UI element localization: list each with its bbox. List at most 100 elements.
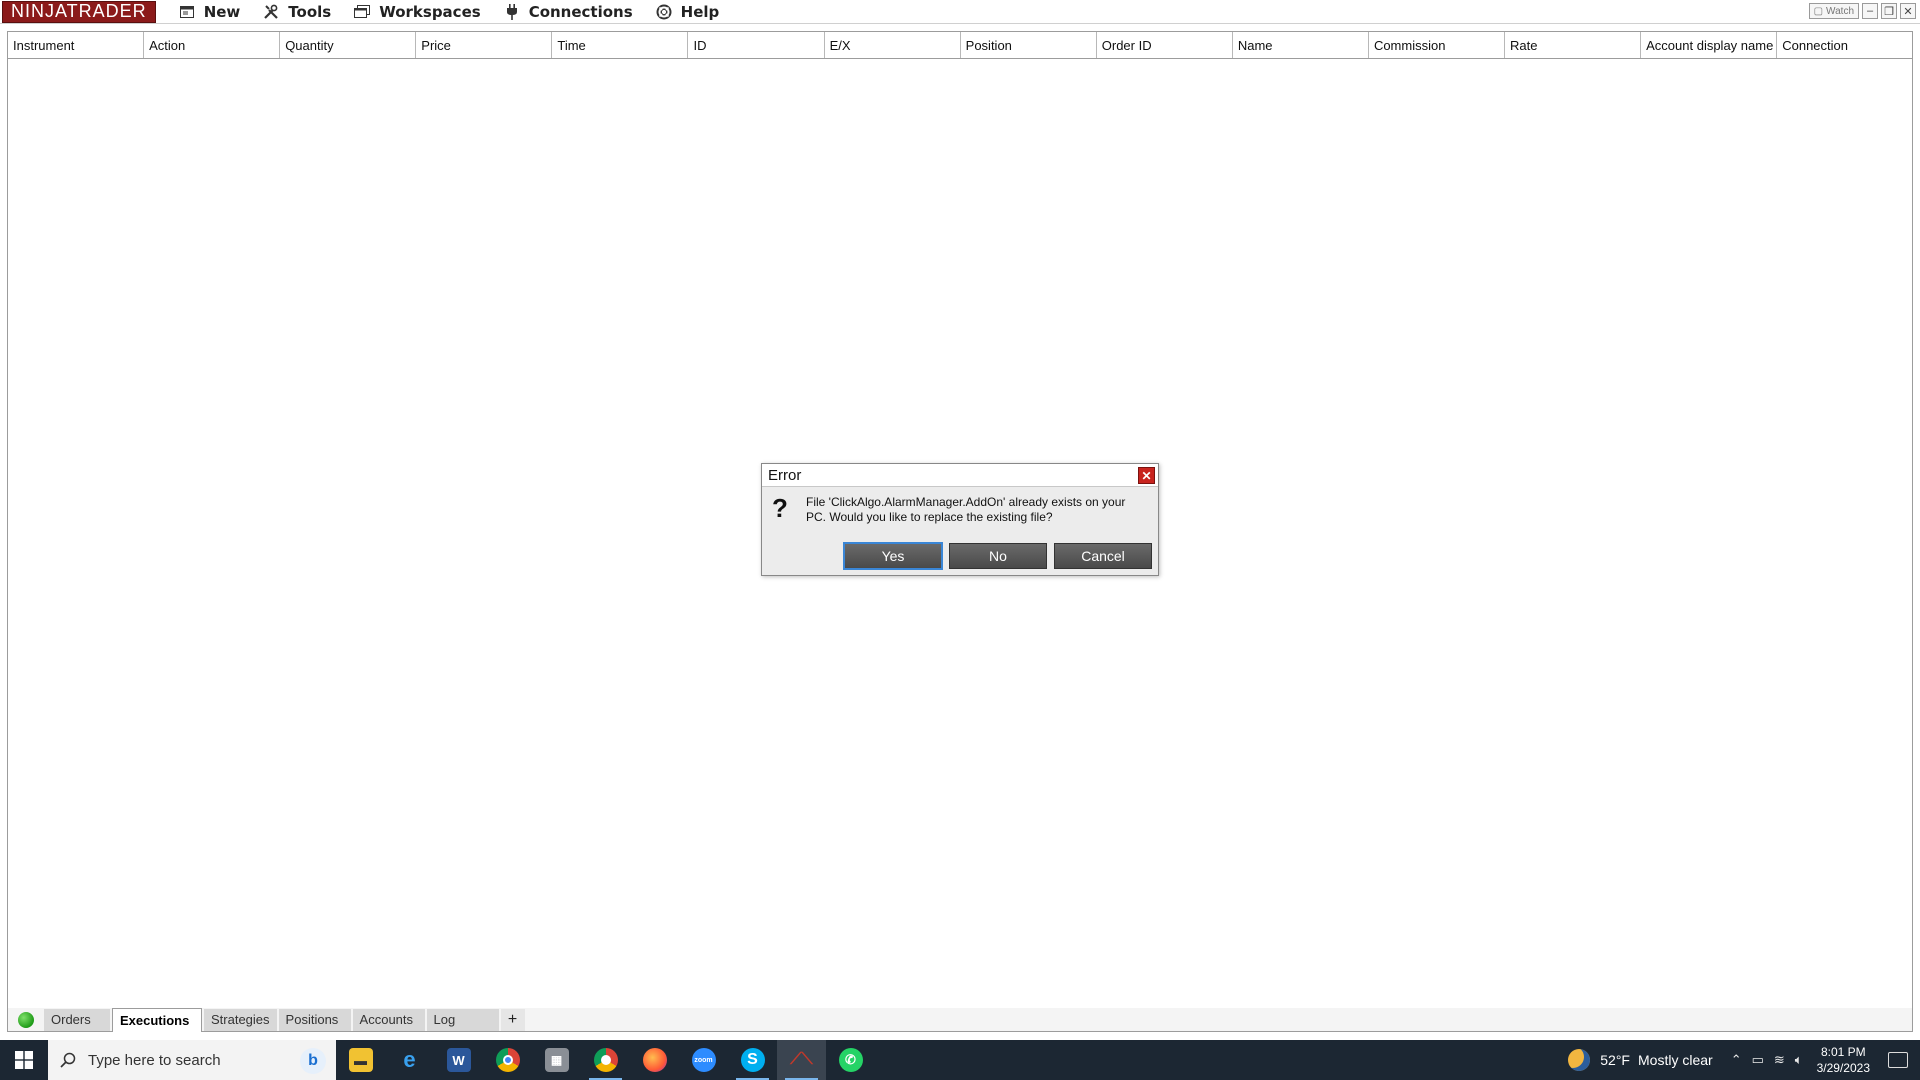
word-icon: W — [446, 1048, 471, 1072]
no-button[interactable]: No — [949, 543, 1047, 569]
chevron-up-icon[interactable]: ⌃ — [1731, 1052, 1742, 1068]
add-tab-button[interactable]: + — [500, 1008, 525, 1031]
close-window-button[interactable]: ✕ — [1900, 3, 1916, 19]
tab-accounts[interactable]: Accounts — [352, 1008, 425, 1031]
internet-explorer-icon: e — [403, 1047, 416, 1072]
column-header-instrument[interactable]: Instrument — [8, 32, 145, 58]
menu-connections-label: Connections — [528, 2, 633, 21]
logo-text: NINJATRADER — [11, 1, 147, 21]
windows-taskbar: Type here to search b ▬ e W ▦ zoom S ⟋⟍ … — [0, 1040, 1920, 1080]
error-dialog: Error ✕ ? File 'ClickAlgo.AlarmManager.A… — [761, 463, 1159, 576]
column-header-time[interactable]: Time — [552, 32, 689, 58]
tab-strategies[interactable]: Strategies — [204, 1008, 277, 1031]
minimize-button[interactable]: – — [1862, 3, 1878, 19]
system-tray: 52°F Mostly clear ⌃ ▭ ≋ 🔈︎ 8:01 PM 3/29/… — [1568, 1040, 1920, 1080]
volume-icon[interactable]: 🔈︎ — [1795, 1052, 1803, 1068]
file-explorer-icon: ▬ — [348, 1048, 373, 1072]
column-header-connection[interactable]: Connection — [1777, 32, 1912, 58]
window-controls: ▢ Watch – ❐ ✕ — [1808, 3, 1916, 19]
taskbar-file-explorer[interactable]: ▬ — [336, 1040, 385, 1080]
menu-tools-label: Tools — [288, 2, 332, 21]
column-header-position[interactable]: Position — [961, 32, 1097, 58]
tab-positions[interactable]: Positions — [278, 1008, 351, 1031]
windows-logo-icon — [15, 1051, 33, 1069]
menu-connections[interactable]: Connections — [503, 3, 633, 21]
taskbar-internet-explorer[interactable]: e — [385, 1040, 434, 1080]
dialog-body: ? File 'ClickAlgo.AlarmManager.AddOn' al… — [762, 487, 1158, 525]
weather-condition: Mostly clear — [1638, 1052, 1713, 1068]
cancel-button[interactable]: Cancel — [1054, 543, 1152, 569]
bottom-tab-bar: Orders Executions Strategies Positions A… — [7, 1007, 1913, 1032]
watch-button[interactable]: ▢ Watch — [1808, 3, 1859, 19]
menu-help[interactable]: Help — [655, 2, 720, 21]
notification-center-icon[interactable] — [1888, 1052, 1908, 1068]
tab-executions[interactable]: Executions — [112, 1007, 202, 1032]
dialog-title: Error — [768, 466, 802, 484]
firefox-icon — [642, 1048, 667, 1072]
connections-plug-icon — [503, 3, 521, 21]
start-button[interactable] — [0, 1040, 48, 1080]
column-header-price[interactable]: Price — [416, 32, 553, 58]
ninjatrader-logo[interactable]: NINJATRADER — [2, 0, 156, 23]
wifi-icon[interactable]: ≋ — [1774, 1052, 1785, 1068]
menu-new[interactable]: New — [178, 2, 241, 21]
taskbar-firefox[interactable] — [630, 1040, 679, 1080]
help-lifebuoy-icon — [655, 3, 673, 21]
whatsapp-icon: ✆ — [838, 1048, 863, 1072]
bing-icon[interactable]: b — [300, 1048, 326, 1074]
workspaces-icon — [353, 3, 371, 21]
column-header-action[interactable]: Action — [144, 32, 281, 58]
chrome-profile-icon — [593, 1048, 618, 1072]
tab-orders[interactable]: Orders — [44, 1008, 110, 1031]
weather-widget[interactable]: 52°F Mostly clear — [1568, 1049, 1713, 1071]
chrome-icon — [495, 1048, 520, 1072]
taskbar-skype[interactable]: S — [728, 1040, 777, 1080]
taskbar-chrome[interactable] — [483, 1040, 532, 1080]
restore-icon: ❐ — [1884, 5, 1894, 18]
meet-now-icon[interactable]: ▭ — [1752, 1052, 1764, 1068]
column-header-order-id[interactable]: Order ID — [1097, 32, 1233, 58]
dialog-message: File 'ClickAlgo.AlarmManager.AddOn' alre… — [806, 495, 1126, 524]
yes-button[interactable]: Yes — [843, 542, 943, 570]
watch-icon: ▢ — [1813, 5, 1824, 17]
taskbar-whatsapp[interactable]: ✆ — [826, 1040, 875, 1080]
minimize-icon: – — [1866, 5, 1874, 17]
grid-header: Instrument Action Quantity Price Time ID… — [8, 32, 1912, 59]
menu-new-label: New — [203, 2, 241, 21]
column-header-quantity[interactable]: Quantity — [280, 32, 417, 58]
menu-tools[interactable]: Tools — [262, 3, 331, 21]
column-header-account-display-name[interactable]: Account display name — [1641, 32, 1778, 58]
taskbar-calculator[interactable]: ▦ — [532, 1040, 581, 1080]
weather-moon-icon — [1568, 1049, 1591, 1071]
tab-log[interactable]: Log — [426, 1008, 499, 1031]
menu-help-label: Help — [680, 2, 720, 21]
skype-icon: S — [740, 1048, 765, 1072]
ninjatrader-app-icon: ⟋⟍ — [790, 1051, 813, 1068]
menu-workspaces[interactable]: Workspaces — [353, 2, 481, 21]
clock-date: 3/29/2023 — [1816, 1061, 1870, 1075]
dialog-close-button[interactable]: ✕ — [1138, 467, 1155, 484]
restore-button[interactable]: ❐ — [1881, 3, 1897, 19]
column-header-name[interactable]: Name — [1233, 32, 1369, 58]
clock-time: 8:01 PM — [1820, 1045, 1866, 1059]
question-icon: ? — [772, 493, 788, 523]
dialog-title-bar: Error ✕ — [762, 464, 1158, 487]
new-window-icon — [178, 3, 196, 21]
column-header-commission[interactable]: Commission — [1369, 32, 1506, 58]
column-header-ex[interactable]: E/X — [825, 32, 961, 58]
taskbar-word[interactable]: W — [434, 1040, 483, 1080]
taskbar-chrome-profile[interactable] — [581, 1040, 630, 1080]
menu-bar: NINJATRADER New Tools Workspaces Connect… — [0, 0, 1920, 24]
watch-label: Watch — [1826, 5, 1854, 17]
taskbar-zoom[interactable]: zoom — [679, 1040, 728, 1080]
taskbar-ninjatrader[interactable]: ⟋⟍ — [777, 1040, 826, 1080]
column-header-id[interactable]: ID — [688, 32, 825, 58]
tray-icons: ⌃ ▭ ≋ 🔈︎ — [1731, 1052, 1803, 1068]
menu-workspaces-label: Workspaces — [379, 2, 481, 21]
close-icon: ✕ — [1141, 468, 1152, 483]
weather-temp: 52°F — [1600, 1052, 1630, 1068]
search-icon — [60, 1052, 76, 1068]
taskbar-clock[interactable]: 8:01 PM 3/29/2023 — [1817, 1044, 1870, 1076]
column-header-rate[interactable]: Rate — [1505, 32, 1642, 58]
taskbar-search-box[interactable]: Type here to search b — [48, 1040, 336, 1080]
